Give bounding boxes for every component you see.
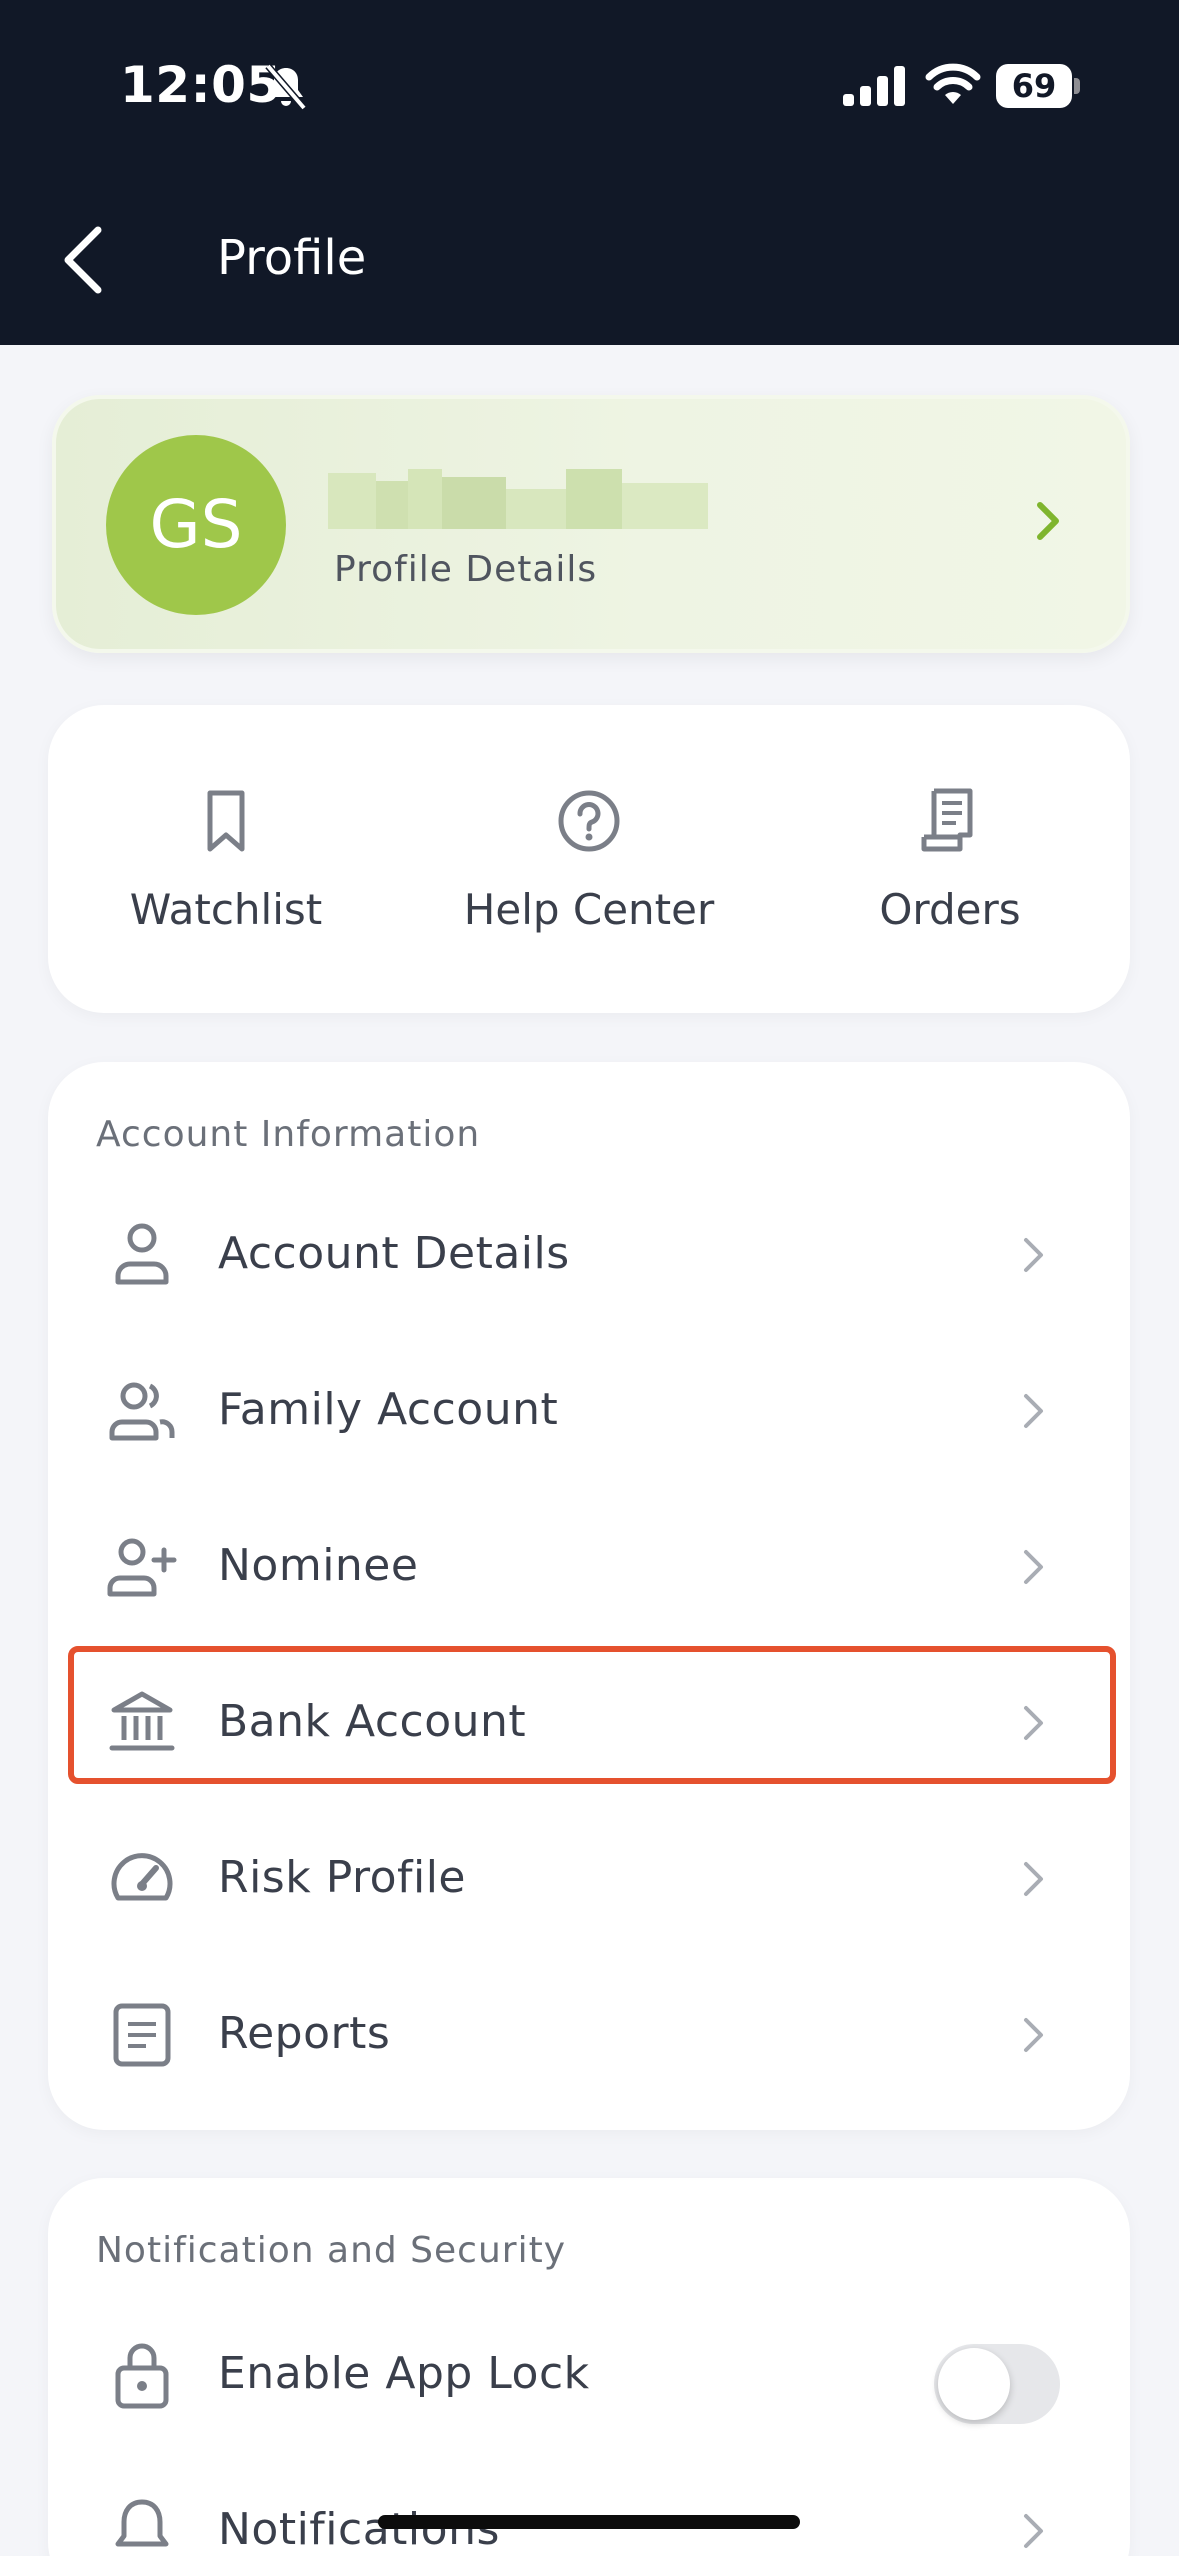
- watchlist-button[interactable]: Watchlist: [76, 705, 376, 1013]
- reports-label: Reports: [218, 2008, 391, 2059]
- redacted-name: [328, 469, 708, 533]
- bell-off-icon: [265, 63, 307, 111]
- nominee-row[interactable]: Nominee: [48, 1490, 1130, 1646]
- help-center-button[interactable]: Help Center: [439, 705, 739, 1013]
- gauge-icon: [111, 1853, 173, 1901]
- chevron-right-icon: [1037, 502, 1059, 540]
- account-information-card: Account Information Account Details Fami…: [48, 1062, 1130, 2130]
- user-plus-icon: [107, 1538, 177, 1597]
- enable-app-lock-row: Enable App Lock: [48, 2298, 1130, 2454]
- nominee-label: Nominee: [218, 1540, 419, 1591]
- orders-label: Orders: [879, 885, 1021, 934]
- bookmark-icon: [207, 790, 245, 852]
- account-information-title: Account Information: [96, 1114, 481, 1155]
- notification-security-title: Notification and Security: [96, 2230, 567, 2271]
- battery-level: 69: [996, 64, 1072, 108]
- enable-app-lock-label: Enable App Lock: [218, 2348, 590, 2399]
- wifi-icon: [925, 63, 981, 104]
- risk-profile-row[interactable]: Risk Profile: [48, 1802, 1130, 1958]
- toggle-knob: [938, 2348, 1010, 2420]
- app-header: 12:05 69 Profile: [0, 0, 1179, 345]
- risk-profile-label: Risk Profile: [218, 1852, 466, 1903]
- cellular-signal-icon: [843, 66, 905, 106]
- chevron-right-icon: [1024, 2018, 1043, 2052]
- status-time: 12:05: [120, 56, 282, 114]
- family-account-row[interactable]: Family Account: [48, 1334, 1130, 1490]
- family-account-label: Family Account: [218, 1384, 559, 1435]
- battery-icon: 69: [996, 64, 1080, 108]
- lock-icon: [115, 2343, 169, 2409]
- receipt-icon: [921, 788, 973, 852]
- app-lock-toggle[interactable]: [934, 2344, 1060, 2424]
- chevron-right-icon: [1024, 1394, 1043, 1428]
- profile-screen: 12:05 69 Profile GS Profile Details Watc…: [0, 0, 1179, 2556]
- account-details-label: Account Details: [218, 1228, 570, 1279]
- notifications-label: Notifications: [218, 2504, 500, 2555]
- back-arrow-icon[interactable]: [58, 222, 114, 298]
- account-details-row[interactable]: Account Details: [48, 1178, 1130, 1334]
- notifications-row[interactable]: Notifications: [48, 2454, 1130, 2556]
- help-circle-icon: [558, 790, 620, 852]
- home-indicator[interactable]: [378, 2515, 800, 2529]
- chevron-right-icon: [1024, 1238, 1043, 1272]
- chevron-right-icon: [1024, 1550, 1043, 1584]
- watchlist-label: Watchlist: [129, 885, 323, 934]
- avatar: GS: [106, 435, 286, 615]
- reports-row[interactable]: Reports: [48, 1958, 1130, 2114]
- document-icon: [113, 2003, 171, 2067]
- user-icon: [115, 1223, 169, 1285]
- profile-details-card[interactable]: GS Profile Details: [52, 395, 1130, 653]
- profile-details-label: Profile Details: [334, 549, 598, 590]
- bell-icon: [115, 2499, 169, 2547]
- help-center-label: Help Center: [463, 885, 715, 934]
- bank-account-highlight: [68, 1646, 1116, 1784]
- chevron-right-icon: [1024, 1862, 1043, 1896]
- orders-button[interactable]: Orders: [800, 705, 1100, 1013]
- chevron-right-icon: [1024, 2514, 1043, 2548]
- page-title: Profile: [217, 230, 367, 286]
- notification-security-card: Notification and Security Enable App Loc…: [48, 2178, 1130, 2556]
- users-icon: [109, 1382, 175, 1441]
- quick-actions-card: Watchlist Help Center Orders: [48, 705, 1130, 1013]
